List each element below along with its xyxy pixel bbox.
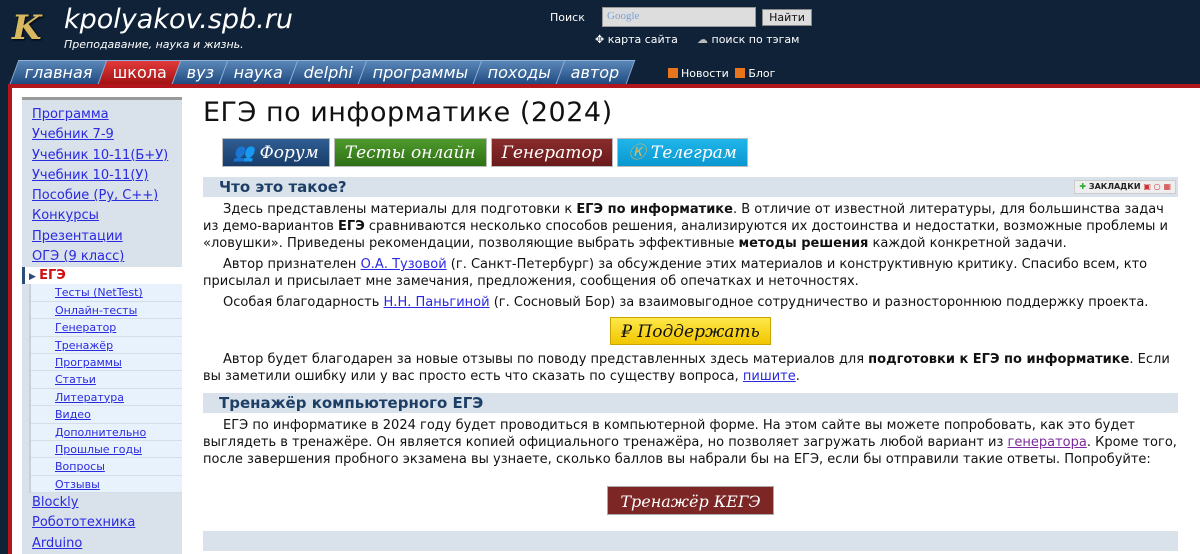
- sitemap-link[interactable]: ✥ карта сайта: [595, 33, 678, 46]
- main-content: ЕГЭ по информатике (2024) 👥 Форум Тесты …: [203, 97, 1178, 551]
- tab-home[interactable]: главная: [9, 60, 109, 84]
- sidebar-item[interactable]: Учебник 10-11(Б+У): [22, 146, 182, 166]
- support-button[interactable]: ₽ Поддержать: [610, 317, 771, 345]
- write-link[interactable]: пишите: [743, 369, 796, 384]
- sidebar-item[interactable]: Blockly: [22, 493, 182, 513]
- pangina-link[interactable]: Н.Н. Паньгиной: [384, 295, 490, 310]
- section-heading: [203, 531, 1178, 551]
- tab-author[interactable]: автор: [556, 60, 636, 84]
- page-title: ЕГЭ по информатике (2024): [203, 97, 613, 128]
- rss-icon: [668, 68, 678, 78]
- sidebar-subitem[interactable]: Вопросы: [31, 458, 182, 476]
- section-heading: Тренажёр компьютерного ЕГЭ: [203, 393, 1178, 413]
- arrow-right-icon: ▶: [29, 272, 40, 283]
- sidebar-subitem[interactable]: Онлайн-тесты: [31, 302, 182, 320]
- sidebar-submenu: Тесты (NetTest) Онлайн-тесты Генератор Т…: [29, 284, 182, 494]
- k-logo-icon: Ⓚ: [628, 143, 651, 163]
- tab-programs[interactable]: программы: [357, 60, 484, 84]
- tab-school[interactable]: школа: [97, 60, 183, 84]
- section-heading: Что это такое? ✚ ЗАКЛАДКИ ▣ ○ ▦: [203, 177, 1178, 197]
- cloud-icon: ☁: [697, 33, 712, 46]
- sidebar-item[interactable]: Презентации: [22, 227, 182, 247]
- paragraph: Здесь представлены материалы для подгото…: [203, 202, 1168, 251]
- search-button[interactable]: Найти: [762, 9, 812, 26]
- search-input[interactable]: Google: [602, 7, 756, 27]
- news-link[interactable]: Новости: [681, 67, 729, 80]
- sidebar-item[interactable]: Учебник 7-9: [22, 125, 182, 145]
- sidebar-subitem[interactable]: Генератор: [31, 319, 182, 337]
- blogger-icon: [735, 68, 746, 78]
- blog-link[interactable]: Блог: [748, 67, 775, 80]
- sidebar-subitem[interactable]: Дополнительно: [31, 424, 182, 441]
- site-name[interactable]: kpolyakov.spb.ru: [64, 4, 293, 35]
- feed-links: Новости Блог: [668, 67, 775, 80]
- sidebar-item[interactable]: Программа: [22, 105, 182, 125]
- sidebar-item[interactable]: Arduino: [22, 534, 182, 554]
- kege-trainer-button[interactable]: Тренажёр КЕГЭ: [607, 486, 774, 515]
- sitemap-label: карта сайта: [607, 33, 678, 46]
- paragraph: Автор признателен О.А. Тузовой (г. Санкт…: [203, 257, 1148, 289]
- tag-search-link[interactable]: ☁ поиск по тэгам: [697, 33, 799, 46]
- share-icons: ▣ ○ ▦: [1143, 182, 1171, 191]
- sidebar: Программа Учебник 7-9 Учебник 10-11(Б+У)…: [22, 97, 182, 554]
- paragraph: Автор будет благодарен за новые отзывы п…: [203, 352, 1170, 384]
- users-icon: 👥: [233, 143, 260, 163]
- sidebar-subitem[interactable]: Программы: [31, 354, 182, 372]
- online-tests-button[interactable]: Тесты онлайн: [333, 138, 487, 167]
- sidebar-subitem[interactable]: Тесты (NetTest): [31, 284, 182, 302]
- sidebar-subitem[interactable]: Прошлые годы: [31, 441, 182, 459]
- sidebar-item[interactable]: Учебник 10-11(У): [22, 166, 182, 186]
- sidebar-item[interactable]: Пособие (Py, C++): [22, 186, 182, 206]
- tuzova-link[interactable]: О.А. Тузовой: [361, 257, 447, 272]
- generator-button[interactable]: Генератор: [490, 138, 614, 167]
- tab-delphi[interactable]: delphi: [288, 60, 369, 84]
- plus-icon: ✚: [1079, 182, 1089, 191]
- tag-search-label: поиск по тэгам: [711, 33, 800, 46]
- site-tagline: Преподавание, наука и жизнь.: [64, 38, 244, 51]
- main-nav-tabs: главная школа вуз наука delphi программы…: [9, 60, 636, 84]
- sidebar-item[interactable]: Конкурсы: [22, 206, 182, 226]
- sidebar-item[interactable]: ОГЭ (9 класс): [22, 247, 182, 267]
- sidebar-subitem[interactable]: Видео: [31, 406, 182, 424]
- telegram-button[interactable]: Ⓚ Телеграм: [617, 138, 748, 167]
- generator-link[interactable]: генератора: [1008, 435, 1087, 450]
- quick-links: 👥 Форум Тесты онлайн Генератор Ⓚ Телегра…: [222, 138, 1178, 167]
- site-header: K kpolyakov.spb.ru Преподавание, наука и…: [0, 0, 1200, 86]
- sidebar-item-current[interactable]: ▶ ЕГЭ: [22, 267, 182, 285]
- sidebar-subitem[interactable]: Литература: [31, 389, 182, 407]
- tab-hikes[interactable]: походы: [472, 60, 567, 84]
- sidebar-subitem[interactable]: Отзывы: [31, 476, 182, 494]
- tab-science[interactable]: наука: [218, 60, 299, 84]
- sidebar-subitem[interactable]: Статьи: [31, 371, 182, 389]
- bookmarks-widget[interactable]: ✚ ЗАКЛАДКИ ▣ ○ ▦: [1074, 180, 1176, 194]
- sitemap-icon: ✥: [595, 33, 608, 46]
- sidebar-item[interactable]: Робототехника: [22, 513, 182, 533]
- search-label: Поиск: [550, 11, 585, 24]
- sidebar-subitem[interactable]: Тренажёр: [31, 337, 182, 354]
- forum-button[interactable]: 👥 Форум: [222, 138, 330, 167]
- site-logo[interactable]: K: [12, 8, 48, 48]
- paragraph: ЕГЭ по информатике в 2024 году будет про…: [203, 418, 1177, 467]
- paragraph: Особая благодарность Н.Н. Паньгиной (г. …: [223, 295, 1149, 310]
